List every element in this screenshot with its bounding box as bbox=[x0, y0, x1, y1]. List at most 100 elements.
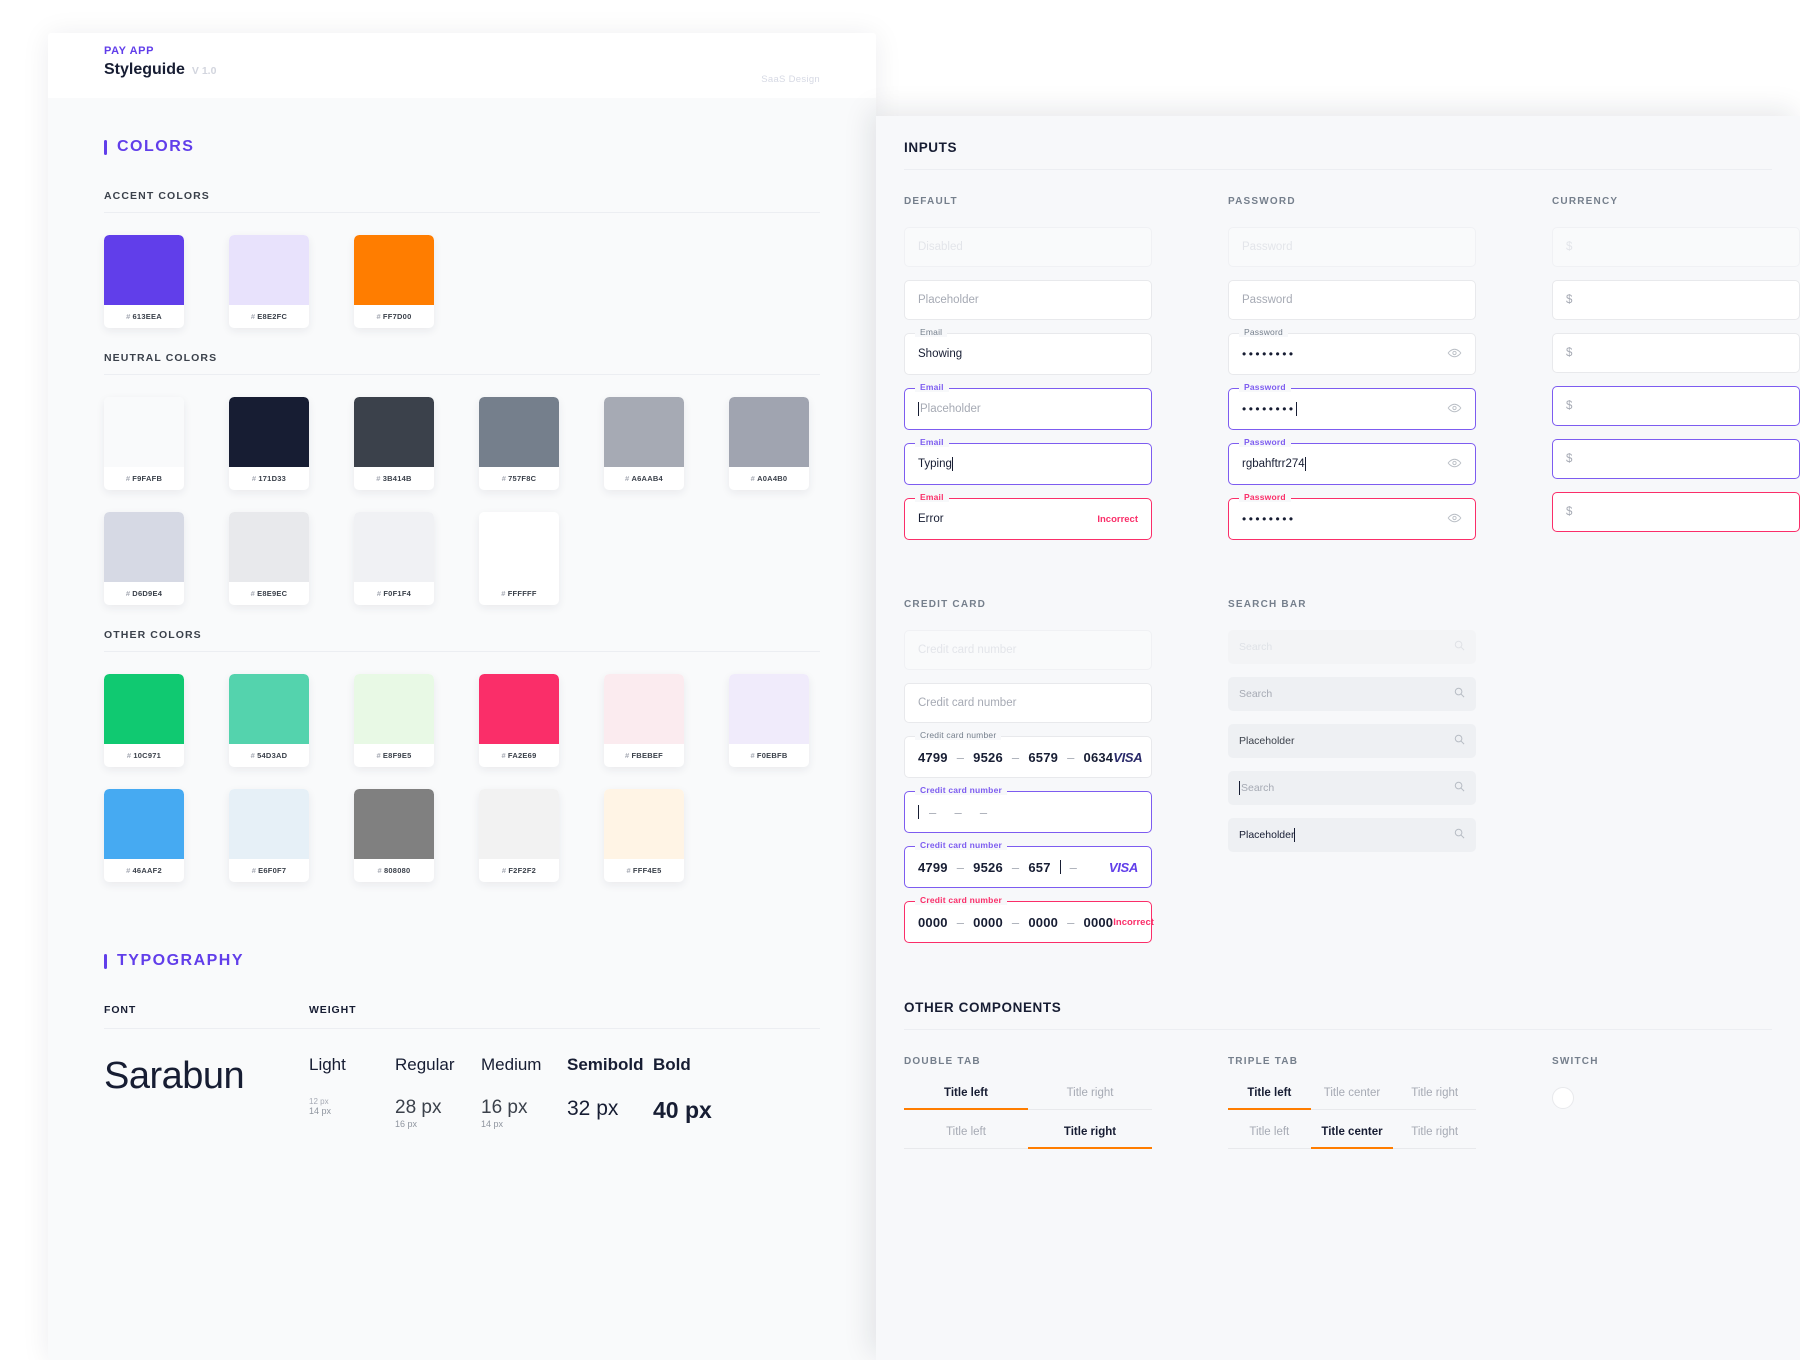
color-swatch-card[interactable]: #171D33 bbox=[229, 397, 309, 490]
tab-item[interactable]: Title right bbox=[1393, 1126, 1476, 1149]
input-default-placeholder[interactable]: Placeholder bbox=[904, 280, 1152, 320]
color-hex-label: #613EEA bbox=[104, 305, 184, 328]
tab-item[interactable]: Title center bbox=[1311, 1126, 1394, 1149]
size-stack: 16 px14 px bbox=[481, 1097, 567, 1129]
color-hex-label: #3B414B bbox=[354, 467, 434, 490]
input-currency[interactable]: $ bbox=[1552, 280, 1800, 320]
input-email-error[interactable]: Email Error Incorrect bbox=[904, 498, 1152, 540]
visa-brand-logo: VISA bbox=[1113, 750, 1142, 765]
color-hex-value: E8F9E5 bbox=[383, 751, 412, 760]
field-legend: Credit card number bbox=[915, 895, 1007, 905]
input-password-focused[interactable]: Password •••••••• bbox=[1228, 388, 1476, 430]
tab-item[interactable]: Title left bbox=[1228, 1126, 1311, 1149]
currency-symbol: $ bbox=[1566, 400, 1572, 412]
input-password-error[interactable]: Password •••••••• bbox=[1228, 498, 1476, 540]
color-swatch-card[interactable]: #10C971 bbox=[104, 674, 184, 767]
color-swatch-card[interactable]: #613EEA bbox=[104, 235, 184, 328]
cc-separator: – bbox=[954, 805, 961, 820]
input-cc-typing[interactable]: Credit card number 4799–9526–657– VISA bbox=[904, 846, 1152, 888]
eye-icon[interactable] bbox=[1447, 403, 1462, 416]
eye-icon[interactable] bbox=[1447, 348, 1462, 361]
color-swatch-card[interactable]: #F0F1F4 bbox=[354, 512, 434, 605]
components-panel: INPUTS DEFAULT Disabled Placeholder Emai… bbox=[876, 116, 1800, 1360]
currency-symbol: $ bbox=[1566, 294, 1572, 306]
input-cc-placeholder[interactable]: Credit card number bbox=[904, 683, 1152, 723]
tab-item[interactable]: Title left bbox=[904, 1087, 1028, 1110]
tab-item[interactable]: Title right bbox=[1028, 1087, 1152, 1110]
input-password-revealed[interactable]: Password rgbahftrr274 bbox=[1228, 443, 1476, 485]
magnifier-icon[interactable] bbox=[1454, 781, 1465, 795]
color-swatch-card[interactable]: #3B414B bbox=[354, 397, 434, 490]
color-hex-value: A6AAB4 bbox=[631, 474, 663, 483]
color-hex-label: #E8E2FC bbox=[229, 305, 309, 328]
color-swatch-card[interactable]: #FA2E69 bbox=[479, 674, 559, 767]
color-swatch-card[interactable]: #808080 bbox=[354, 789, 434, 882]
size-stack: 40 px bbox=[653, 1097, 739, 1123]
tab-item[interactable]: Title right bbox=[1393, 1087, 1476, 1110]
switch-toggle[interactable] bbox=[1552, 1087, 1574, 1109]
color-swatch-card[interactable]: #757F8C bbox=[479, 397, 559, 490]
color-swatch-card[interactable]: #E6F0F7 bbox=[229, 789, 309, 882]
eye-icon[interactable] bbox=[1447, 458, 1462, 471]
color-swatch-card[interactable]: #FF7D00 bbox=[354, 235, 434, 328]
section-accent-bar bbox=[104, 954, 107, 969]
input-currency[interactable]: $ bbox=[1552, 492, 1800, 532]
input-email-filled[interactable]: Email Showing bbox=[904, 333, 1152, 375]
color-hex-label: #54D3AD bbox=[229, 744, 309, 767]
magnifier-icon[interactable] bbox=[1454, 734, 1465, 748]
color-swatch-card[interactable]: #F2F2F2 bbox=[479, 789, 559, 882]
magnifier-icon[interactable] bbox=[1454, 687, 1465, 701]
input-currency[interactable]: $ bbox=[1552, 333, 1800, 373]
cc-separator: – bbox=[1070, 860, 1077, 875]
magnifier-icon[interactable] bbox=[1454, 828, 1465, 842]
color-swatch-card[interactable]: #FBEBEF bbox=[604, 674, 684, 767]
currency-field-list: $ $ $ $ $ $ bbox=[1552, 227, 1800, 532]
search-typing[interactable]: Placeholder bbox=[1228, 818, 1476, 852]
placeholder-text: Placeholder bbox=[918, 294, 979, 306]
color-swatch-card[interactable]: #FFF4E5 bbox=[604, 789, 684, 882]
input-email-typing[interactable]: Email Typing bbox=[904, 443, 1152, 485]
color-swatch-card[interactable]: #E8F9E5 bbox=[354, 674, 434, 767]
field-legend: Email bbox=[915, 492, 949, 502]
input-password-masked[interactable]: Password •••••••• bbox=[1228, 333, 1476, 375]
color-hex-label: #A6AAB4 bbox=[604, 467, 684, 490]
color-swatch-card[interactable]: #FFFFFF bbox=[479, 512, 559, 605]
switch-column: SWITCH bbox=[1552, 1056, 1672, 1165]
tab-item[interactable]: Title left bbox=[904, 1126, 1028, 1149]
inputs-row-2: CREDIT CARD Credit card number Credit ca… bbox=[904, 599, 1800, 956]
color-chip bbox=[229, 397, 309, 467]
color-swatch-card[interactable]: #54D3AD bbox=[229, 674, 309, 767]
hash-glyph: # bbox=[502, 474, 506, 483]
hash-glyph: # bbox=[377, 589, 381, 598]
search-placeholder-search[interactable]: Search bbox=[1228, 677, 1476, 711]
color-swatch-card[interactable]: #E8E2FC bbox=[229, 235, 309, 328]
size-stack: 28 px16 px bbox=[395, 1097, 481, 1129]
color-swatch-card[interactable]: #F0EBFB bbox=[729, 674, 809, 767]
search-placeholder-text[interactable]: Placeholder bbox=[1228, 724, 1476, 758]
cc-group: 4799 bbox=[918, 860, 948, 875]
color-swatch-card[interactable]: #F9FAFB bbox=[104, 397, 184, 490]
color-swatch-card[interactable]: #E8E9EC bbox=[229, 512, 309, 605]
color-swatch-card[interactable]: #A0A4B0 bbox=[729, 397, 809, 490]
input-password-placeholder[interactable]: Password bbox=[1228, 280, 1476, 320]
input-cc-error[interactable]: Credit card number 0000–0000–0000–0000 I… bbox=[904, 901, 1152, 943]
color-chip bbox=[604, 789, 684, 859]
tab-item[interactable]: Title right bbox=[1028, 1126, 1152, 1149]
color-chip bbox=[354, 397, 434, 467]
hash-glyph: # bbox=[625, 751, 629, 760]
color-swatch-card[interactable]: #D6D9E4 bbox=[104, 512, 184, 605]
input-currency[interactable]: $ bbox=[1552, 227, 1800, 267]
search-focused-empty[interactable]: Search bbox=[1228, 771, 1476, 805]
tab-item[interactable]: Title left bbox=[1228, 1087, 1311, 1110]
input-currency[interactable]: $ bbox=[1552, 386, 1800, 426]
color-swatch-card[interactable]: #46AAF2 bbox=[104, 789, 184, 882]
color-swatch-card[interactable]: #A6AAB4 bbox=[604, 397, 684, 490]
input-currency[interactable]: $ bbox=[1552, 439, 1800, 479]
input-email-focused-empty[interactable]: Email Placeholder bbox=[904, 388, 1152, 430]
color-hex-value: F0F1F4 bbox=[383, 589, 411, 598]
input-cc-filled[interactable]: Credit card number 4799–9526–6579–0634 V… bbox=[904, 736, 1152, 778]
input-cc-disabled: Credit card number bbox=[904, 630, 1152, 670]
eye-icon[interactable] bbox=[1447, 513, 1462, 526]
input-cc-empty-focused[interactable]: Credit card number ––– bbox=[904, 791, 1152, 833]
tab-item[interactable]: Title center bbox=[1311, 1087, 1394, 1110]
